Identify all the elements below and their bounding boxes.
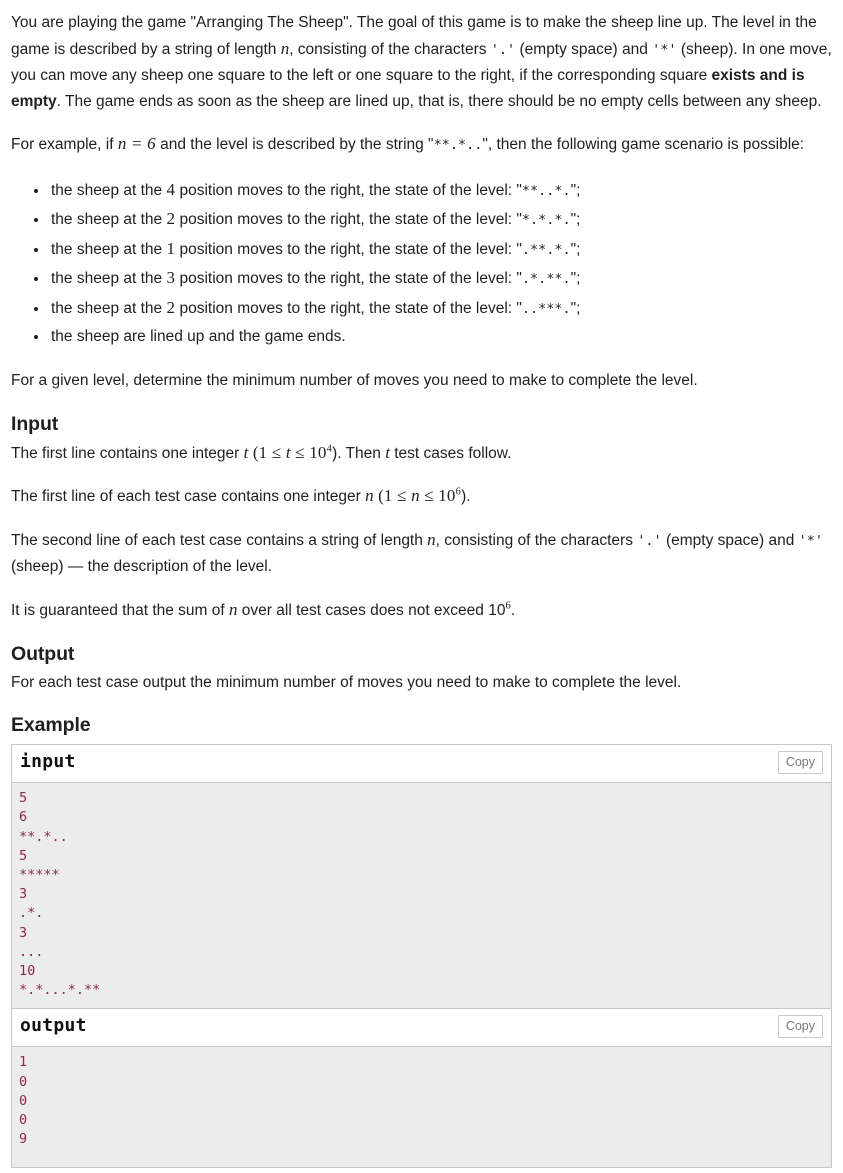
- scenario-level-state: .*.**.: [521, 271, 571, 288]
- input-paragraph-3: The second line of each test case contai…: [11, 527, 832, 580]
- input-p3-text-3: (empty space) and: [661, 531, 799, 549]
- scenario-text-2: position moves to the right, the state o…: [175, 299, 522, 317]
- input-p4-text-2: over all test cases does not exceed 10: [237, 601, 506, 619]
- input-p2-text-2: ).: [461, 488, 471, 506]
- input-paragraph-4: It is guaranteed that the sum of n over …: [11, 597, 832, 624]
- input-p1-text-1: The first line contains one integer: [11, 444, 244, 462]
- scenario-text-1: the sheep at the: [51, 240, 167, 258]
- scenario-text-3: ";: [570, 299, 581, 317]
- example-intro-text-1: For example, if: [11, 136, 118, 154]
- input-paragraph-1: The first line contains one integer t (1…: [11, 440, 832, 467]
- game-scenario-list: the sheep at the 4 position moves to the…: [11, 176, 832, 351]
- input-p2-bound-value: ≤ 10: [419, 486, 456, 506]
- input-p1-bound-open: (1 ≤: [248, 442, 286, 462]
- scenario-text-2: position moves to the right, the state o…: [175, 240, 522, 258]
- variable-n: n: [365, 486, 374, 506]
- problem-statement-page: You are playing the game "Arranging The …: [0, 0, 843, 1169]
- intro-text-2: , consisting of the characters: [289, 40, 491, 58]
- input-p1-bound-value: ≤ 10: [290, 442, 327, 462]
- input-title-bar: input Copy: [12, 745, 831, 784]
- input-p2-bound-open: (1 ≤: [373, 486, 412, 506]
- example-section-heading: Example: [11, 714, 91, 737]
- input-label: input: [20, 751, 76, 773]
- sample-output-data: 1 0 0 0 9: [12, 1047, 831, 1168]
- output-section-heading: Output: [11, 642, 75, 665]
- scenario-text-2: position moves to the right, the state o…: [175, 181, 522, 199]
- scenario-position: 4: [166, 179, 176, 199]
- scenario-text-3: ";: [570, 181, 581, 199]
- scenario-text-1: the sheep at the: [51, 181, 167, 199]
- input-p3-text-4: (sheep) — the description of the level.: [11, 558, 273, 576]
- list-item: the sheep at the 4 position moves to the…: [49, 176, 832, 206]
- input-p1-bound-close: ≤ 104: [291, 443, 332, 462]
- example-intro-paragraph: For example, if n = 6 and the level is d…: [11, 131, 832, 159]
- variable-n: n: [411, 486, 420, 506]
- math-n-equals-6: n = 6: [117, 134, 156, 154]
- code-star-char: '*': [798, 532, 824, 549]
- scenario-text-1: the sheep at the: [51, 211, 167, 229]
- scenario-level-state: .**.*.: [521, 241, 571, 258]
- input-section-heading: Input: [11, 412, 59, 435]
- output-label: output: [20, 1015, 87, 1037]
- list-item: the sheep at the 3 position moves to the…: [49, 264, 832, 294]
- input-p3-text-1: The second line of each test case contai…: [11, 531, 428, 549]
- list-item: the sheep are lined up and the game ends…: [49, 323, 832, 351]
- sample-input-box: input Copy 5 6 **.*.. 5 ***** 3 .*. 3 ..…: [11, 744, 832, 1010]
- scenario-text-2: position moves to the right, the state o…: [175, 211, 522, 229]
- sample-tests: input Copy 5 6 **.*.. 5 ***** 3 .*. 3 ..…: [11, 744, 832, 1169]
- input-p2-text-1: The first line of each test case contain…: [11, 488, 366, 506]
- problem-goal-paragraph: For a given level, determine the minimum…: [11, 371, 698, 389]
- scenario-position: 2: [166, 297, 176, 317]
- output-paragraph-1: For each test case output the minimum nu…: [11, 673, 682, 691]
- intro-text-3: (empty space) and: [515, 40, 653, 58]
- scenario-level-state: ..***.: [521, 300, 571, 317]
- scenario-text-3: ";: [570, 270, 581, 288]
- output-title-bar: output Copy: [12, 1009, 831, 1048]
- list-item: the sheep at the 1 position moves to the…: [49, 235, 832, 265]
- scenario-position: 1: [166, 238, 176, 258]
- input-p2-bound-close: ≤ 106: [420, 486, 461, 505]
- example-level-string: **.*..: [433, 137, 483, 154]
- variable-n: n: [280, 38, 290, 58]
- scenario-position: 3: [166, 268, 176, 288]
- scenario-text-2: position moves to the right, the state o…: [175, 270, 522, 288]
- scenario-text-1: the sheep at the: [51, 299, 167, 317]
- input-p4-text-3: .: [510, 601, 516, 619]
- example-intro-text-2: and the level is described by the string…: [155, 136, 434, 154]
- variable-n: n: [427, 529, 436, 549]
- scenario-final-text: the sheep are lined up and the game ends…: [51, 328, 346, 346]
- input-p1-text-3: test cases follow.: [389, 444, 512, 462]
- list-item: the sheep at the 2 position moves to the…: [49, 205, 832, 235]
- input-p3-text-2: , consisting of the characters: [435, 531, 638, 549]
- code-star-char: '*': [652, 41, 677, 58]
- problem-intro-paragraph: You are playing the game "Arranging The …: [11, 10, 832, 114]
- input-paragraph-2: The first line of each test case contain…: [11, 483, 832, 510]
- sample-output-box: output Copy 1 0 0 0 9: [11, 1009, 832, 1169]
- scenario-position: 2: [166, 209, 176, 229]
- copy-input-button[interactable]: Copy: [777, 751, 823, 775]
- list-item: the sheep at the 2 position moves to the…: [49, 294, 832, 324]
- scenario-text-3: ";: [570, 240, 581, 258]
- scenario-level-state: *.*.*.: [521, 212, 571, 229]
- copy-output-button[interactable]: Copy: [777, 1015, 823, 1039]
- scenario-text-1: the sheep at the: [51, 270, 167, 288]
- example-intro-text-3: ", then the following game scenario is p…: [482, 136, 805, 154]
- input-p1-text-2: ). Then: [332, 444, 386, 462]
- code-dot-char: '.': [490, 41, 516, 58]
- input-p4-text-1: It is guaranteed that the sum of: [11, 601, 229, 619]
- intro-text-5: . The game ends as soon as the sheep are…: [56, 92, 822, 110]
- sample-input-data: 5 6 **.*.. 5 ***** 3 .*. 3 ... 10 *.*...…: [12, 783, 831, 1009]
- scenario-level-state: **..*.: [521, 182, 571, 199]
- code-dot-char: '.': [637, 532, 662, 549]
- variable-n: n: [229, 599, 238, 619]
- scenario-text-3: ";: [570, 211, 581, 229]
